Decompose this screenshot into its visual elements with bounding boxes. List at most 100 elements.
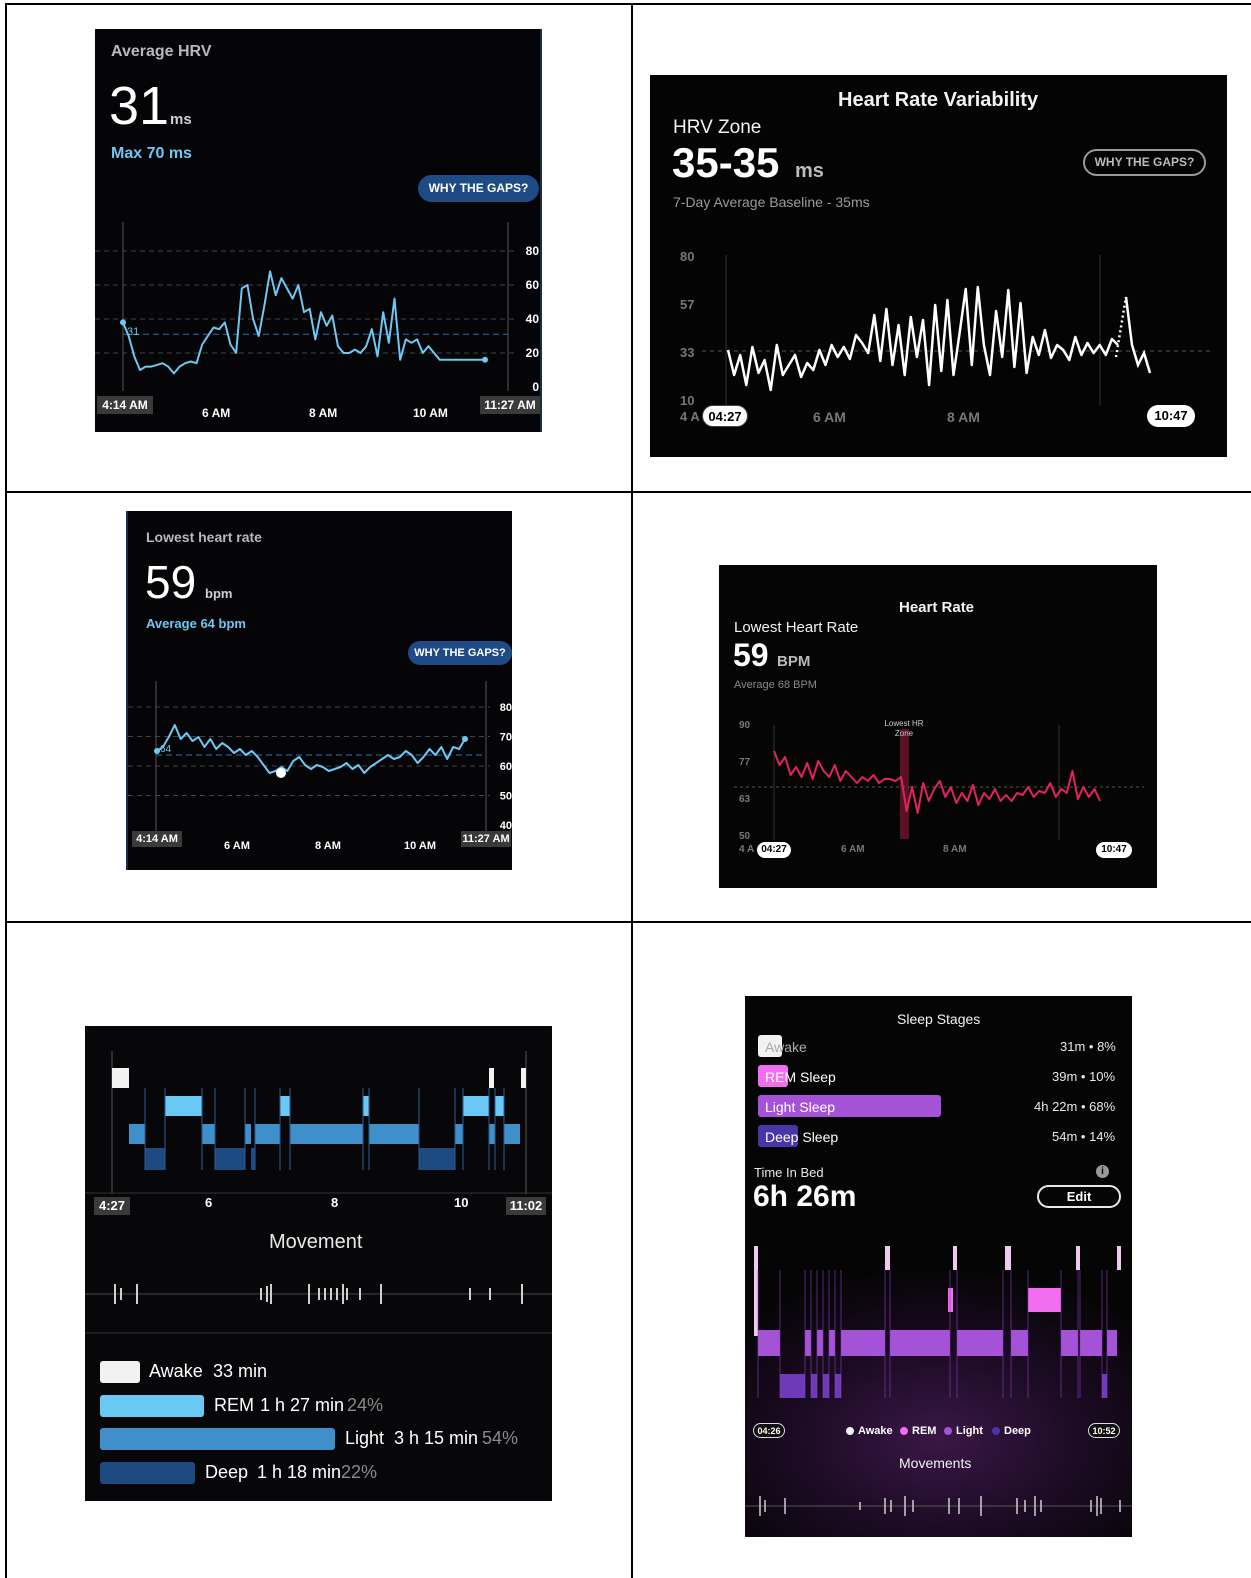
awake-start-marker <box>754 1246 758 1336</box>
x-start-chip: 04:27 <box>757 842 791 858</box>
stage-block-deep <box>811 1374 817 1398</box>
stage-block-light <box>841 1330 885 1356</box>
stage-block-awake <box>521 1068 526 1088</box>
x-tick-10am: 10 AM <box>404 840 436 852</box>
awake-duration: 33 min <box>213 1361 268 1381</box>
y-tick-33: 33 <box>680 345 695 360</box>
stage-block-light <box>805 1330 811 1356</box>
hrv-gap-dotted <box>1114 296 1128 358</box>
legend-light-label: Light <box>956 1425 983 1437</box>
hrv-series-line <box>122 270 485 375</box>
y-tick-label: 70 <box>500 732 512 744</box>
y-tick-57: 57 <box>680 297 695 312</box>
grid-row-divider-1 <box>5 491 1251 493</box>
x-tick-8am: 8 AM <box>309 406 338 420</box>
stage-block-light <box>1011 1330 1028 1356</box>
legend-light-dot <box>944 1427 952 1435</box>
x-start-chip: 4:14 AM <box>132 831 182 847</box>
x-end-chip: 11:27 AM <box>480 396 540 414</box>
y-tick-77: 77 <box>739 757 751 768</box>
x-end-chip: 11:27 AM <box>461 831 511 847</box>
x-tick-8am: 8 AM <box>947 409 980 425</box>
whoop-hr-line-chart <box>734 725 1144 840</box>
stage-block-rem <box>280 1096 290 1116</box>
hr-line-chart: 807060504064 <box>128 681 512 833</box>
oura-hrv-panel: Average HRV 31 ms Max 70 ms WHY THE GAPS… <box>95 29 542 432</box>
stage-block-light <box>1061 1330 1078 1356</box>
stage-block-light <box>890 1330 950 1356</box>
deep-swatch <box>100 1462 195 1484</box>
whoop-hr-panel: Heart Rate Lowest Heart Rate 59 BPM Aver… <box>719 565 1157 888</box>
whoop-hrv-line-chart <box>702 255 1210 405</box>
stage-block-awake <box>489 1068 494 1088</box>
x-tick-8am: 8 AM <box>943 844 967 855</box>
stage-block-light <box>829 1330 835 1356</box>
y-tick-80: 80 <box>680 249 695 264</box>
x-tick-6: 6 <box>205 1195 213 1210</box>
stage-block-awake <box>112 1068 129 1088</box>
stage-block-deep <box>1102 1374 1107 1398</box>
stage-block-light <box>1107 1330 1117 1356</box>
hrv-series-tail <box>1124 296 1152 374</box>
hrv-line-chart: 80 60 40 20 0 31 <box>95 222 540 394</box>
hrv-series-line <box>726 285 1119 392</box>
light-label: Light <box>345 1428 385 1448</box>
x-end-chip: 11:02 <box>506 1197 546 1215</box>
stage-block-light <box>290 1124 363 1144</box>
x-tick-8am: 8 AM <box>315 840 341 852</box>
rem-label: REM <box>214 1395 254 1415</box>
oura-sleep-panel: 4:27 6 8 10 11:02 Movement Awake 33 min … <box>85 1026 552 1501</box>
y-tick-label: 0 <box>532 380 539 394</box>
y-tick-label: 20 <box>526 346 540 360</box>
start-point <box>120 319 126 326</box>
hr-series-line <box>773 750 1101 814</box>
light-swatch <box>100 1428 335 1450</box>
rem-duration: 1 h 27 min <box>260 1395 345 1415</box>
rem-pct: 24% <box>347 1395 384 1415</box>
x-start-chip: 04:26 <box>753 1423 785 1438</box>
oura-hr-panel: Lowest heart rate 59 bpm Average 64 bpm … <box>126 511 512 870</box>
awake-swatch <box>100 1361 140 1383</box>
stage-block-light <box>369 1124 419 1144</box>
x-start-chip: 4:14 AM <box>97 396 153 414</box>
stage-block-rem <box>495 1096 504 1116</box>
y-tick-label: 40 <box>526 312 540 326</box>
stage-block-light <box>504 1124 520 1144</box>
legend-rem-dot <box>900 1427 908 1435</box>
stage-block-deep <box>251 1148 255 1170</box>
legend-deep-label: Deep <box>1004 1425 1031 1437</box>
light-duration: 3 h 15 min <box>394 1428 479 1448</box>
stage-block-deep <box>419 1148 455 1170</box>
grid-left-border <box>5 3 7 1578</box>
x-tick-6am: 6 AM <box>202 406 231 420</box>
deep-duration: 1 h 18 min <box>257 1462 342 1482</box>
rem-swatch <box>100 1395 204 1417</box>
awake-label: Awake <box>149 1361 203 1381</box>
y-tick-50: 50 <box>739 831 751 842</box>
lowest-hr-zone-label: Lowest HR Zone <box>884 719 924 738</box>
stage-block-light <box>489 1124 495 1144</box>
stage-block-deep <box>145 1148 165 1170</box>
y-tick-label: 50 <box>500 791 512 803</box>
stage-block-rem <box>1028 1288 1061 1312</box>
grid-middle-vertical <box>631 3 633 1578</box>
x-tick-10am: 10 AM <box>413 406 448 420</box>
x-tick-6am: 6 AM <box>813 409 846 425</box>
y-tick-10: 10 <box>680 393 695 408</box>
legend-awake-dot <box>846 1427 854 1435</box>
x-tick-6am: 6 AM <box>224 840 250 852</box>
movement-title: Movement <box>269 1231 363 1253</box>
point-label: 64 <box>160 744 172 755</box>
stage-block-deep <box>823 1374 829 1398</box>
grid-top-border <box>5 3 1251 5</box>
stage-block-awake <box>1005 1246 1011 1270</box>
lowest-point-marker <box>276 768 286 778</box>
stage-block-deep <box>215 1148 245 1170</box>
x-tick-10: 10 <box>454 1195 469 1210</box>
x-tick-6am: 6 AM <box>841 844 865 855</box>
grid-row-divider-2 <box>5 921 1251 923</box>
movements-title: Movements <box>899 1455 972 1471</box>
stage-block-rem <box>463 1096 489 1116</box>
whoop-sleep-panel: Sleep Stages Awake 31m • 8% REM Sleep 39… <box>745 996 1132 1537</box>
stage-block-light <box>1080 1330 1102 1356</box>
